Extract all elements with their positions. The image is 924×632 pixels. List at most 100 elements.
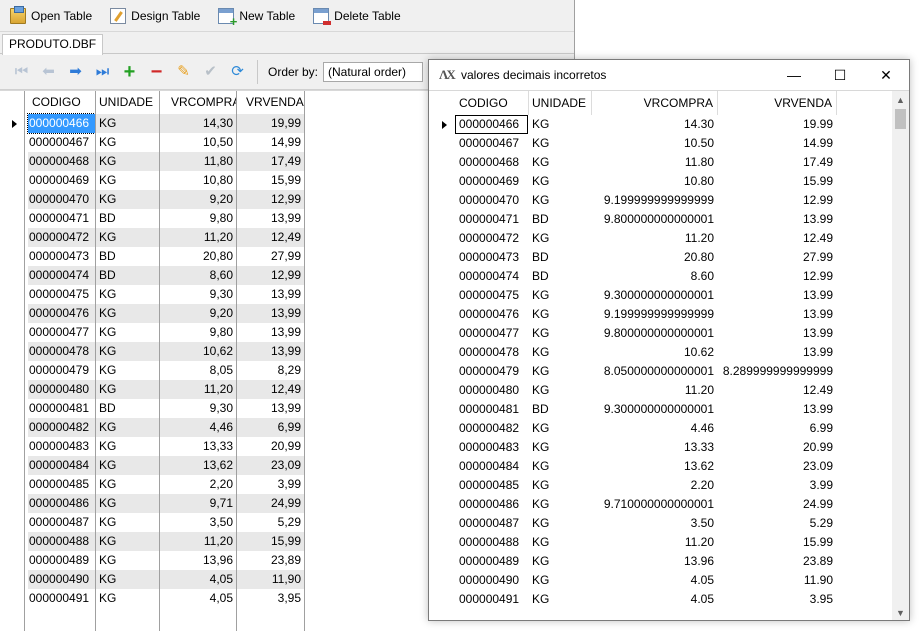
cell-vrcompra[interactable]: 13.62: [591, 457, 717, 476]
cell-unidade[interactable]: KG: [95, 551, 159, 570]
cell-vrcompra[interactable]: 9.199999999999999: [591, 305, 717, 324]
cell-codigo[interactable]: 000000476: [455, 305, 528, 324]
cell-codigo[interactable]: 000000484: [28, 456, 95, 475]
cell-vrcompra[interactable]: 20,80: [159, 247, 236, 266]
cell-unidade[interactable]: BD: [95, 209, 159, 228]
cell-unidade[interactable]: KG: [95, 342, 159, 361]
cell-unidade[interactable]: KG: [528, 533, 591, 552]
column-header-unidade[interactable]: UNIDADE: [528, 91, 591, 115]
cell-vrvenda[interactable]: 19.99: [717, 115, 836, 134]
open-table-button[interactable]: Open Table: [8, 5, 94, 27]
cell-codigo[interactable]: 000000477: [28, 323, 95, 342]
cell-unidade[interactable]: BD: [95, 266, 159, 285]
cell-vrvenda[interactable]: 13.99: [717, 210, 836, 229]
cell-vrcompra[interactable]: 9,71: [159, 494, 236, 513]
cell-vrcompra[interactable]: 2,20: [159, 475, 236, 494]
new-table-button[interactable]: New Table: [216, 5, 297, 29]
cell-vrcompra[interactable]: 9,20: [159, 190, 236, 209]
cell-vrvenda[interactable]: 14.99: [717, 134, 836, 153]
cell-vrcompra[interactable]: 13,33: [159, 437, 236, 456]
cell-vrcompra[interactable]: 3,50: [159, 513, 236, 532]
cell-unidade[interactable]: KG: [95, 513, 159, 532]
cell-vrvenda[interactable]: 15,99: [236, 171, 304, 190]
cell-codigo[interactable]: 000000479: [455, 362, 528, 381]
cell-unidade[interactable]: KG: [95, 589, 159, 608]
cell-codigo[interactable]: 000000488: [28, 532, 95, 551]
cell-codigo[interactable]: 000000483: [28, 437, 95, 456]
cell-vrcompra[interactable]: 3.50: [591, 514, 717, 533]
cell-codigo[interactable]: 000000473: [28, 247, 95, 266]
cell-vrvenda[interactable]: 13,99: [236, 399, 304, 418]
cell-codigo[interactable]: 000000471: [455, 210, 528, 229]
cell-vrcompra[interactable]: 4.05: [591, 571, 717, 590]
cell-vrvenda[interactable]: 14,99: [236, 133, 304, 152]
cell-unidade[interactable]: KG: [95, 532, 159, 551]
cell-unidade[interactable]: KG: [528, 571, 591, 590]
cell-vrcompra[interactable]: 13,96: [159, 551, 236, 570]
insert-record-icon[interactable]: +: [116, 61, 143, 83]
cell-codigo[interactable]: 000000490: [28, 570, 95, 589]
cell-unidade[interactable]: KG: [95, 380, 159, 399]
cell-codigo[interactable]: 000000475: [28, 285, 95, 304]
cell-unidade[interactable]: KG: [95, 190, 159, 209]
cell-vrvenda[interactable]: 15,99: [236, 532, 304, 551]
cell-unidade[interactable]: KG: [95, 456, 159, 475]
cell-codigo[interactable]: 000000479: [28, 361, 95, 380]
cell-vrvenda[interactable]: 6.99: [717, 419, 836, 438]
delete-table-button[interactable]: Delete Table: [311, 5, 403, 27]
cell-unidade[interactable]: KG: [95, 285, 159, 304]
cell-codigo[interactable]: 000000467: [455, 134, 528, 153]
column-header-codigo[interactable]: CODIGO: [455, 91, 528, 115]
cell-codigo[interactable]: 000000478: [28, 342, 95, 361]
cell-vrcompra[interactable]: 11,80: [159, 152, 236, 171]
cell-vrvenda[interactable]: 13.99: [717, 343, 836, 362]
cell-vrvenda[interactable]: 23.09: [717, 457, 836, 476]
cell-codigo[interactable]: 000000487: [455, 514, 528, 533]
cell-vrvenda[interactable]: 5.29: [717, 514, 836, 533]
cell-vrvenda[interactable]: 13.99: [717, 324, 836, 343]
cell-unidade[interactable]: KG: [528, 495, 591, 514]
cell-vrcompra[interactable]: 20.80: [591, 248, 717, 267]
cell-codigo[interactable]: 000000478: [455, 343, 528, 362]
cell-unidade[interactable]: KG: [95, 494, 159, 513]
cell-codigo[interactable]: 000000469: [28, 171, 95, 190]
cell-codigo[interactable]: 000000491: [455, 590, 528, 609]
cell-vrvenda[interactable]: 3,95: [236, 589, 304, 608]
cell-vrcompra[interactable]: 9.300000000000001: [591, 286, 717, 305]
cell-codigo[interactable]: 000000470: [455, 191, 528, 210]
maximize-icon[interactable]: ☐: [817, 60, 863, 90]
cell-vrcompra[interactable]: 10,62: [159, 342, 236, 361]
cell-vrvenda[interactable]: 27.99: [717, 248, 836, 267]
cell-vrcompra[interactable]: 9.300000000000001: [591, 400, 717, 419]
cell-vrvenda[interactable]: 13,99: [236, 323, 304, 342]
cell-codigo[interactable]: 000000481: [28, 399, 95, 418]
cell-unidade[interactable]: KG: [528, 343, 591, 362]
cell-codigo[interactable]: 000000476: [28, 304, 95, 323]
cell-vrvenda[interactable]: 3.95: [717, 590, 836, 609]
cell-codigo[interactable]: 000000466: [455, 115, 528, 134]
cell-vrcompra[interactable]: 11.80: [591, 153, 717, 172]
delete-record-icon[interactable]: −: [143, 61, 170, 83]
column-header-vrvenda[interactable]: VRVENDA: [717, 91, 836, 115]
cell-vrcompra[interactable]: 10.62: [591, 343, 717, 362]
cell-codigo[interactable]: 000000468: [28, 152, 95, 171]
cell-codigo[interactable]: 000000468: [455, 153, 528, 172]
cell-vrcompra[interactable]: 13.96: [591, 552, 717, 571]
cell-unidade[interactable]: KG: [528, 590, 591, 609]
cell-codigo[interactable]: 000000475: [455, 286, 528, 305]
cell-vrcompra[interactable]: 11.20: [591, 381, 717, 400]
cell-unidade[interactable]: KG: [528, 153, 591, 172]
cell-vrvenda[interactable]: 6,99: [236, 418, 304, 437]
column-header-vrvenda[interactable]: VRVENDA: [236, 91, 304, 114]
column-header-vrcompra[interactable]: VRCOMPRA: [159, 91, 236, 114]
cell-vrcompra[interactable]: 10,50: [159, 133, 236, 152]
cell-vrcompra[interactable]: 4,46: [159, 418, 236, 437]
cell-vrcompra[interactable]: 9.800000000000001: [591, 210, 717, 229]
cell-vrcompra[interactable]: 8.050000000000001: [591, 362, 717, 381]
cell-vrvenda[interactable]: 20.99: [717, 438, 836, 457]
cell-unidade[interactable]: KG: [95, 304, 159, 323]
cell-codigo[interactable]: 000000485: [28, 475, 95, 494]
cell-codigo[interactable]: 000000486: [455, 495, 528, 514]
cell-unidade[interactable]: KG: [95, 152, 159, 171]
cell-vrvenda[interactable]: 8.289999999999999: [717, 362, 836, 381]
